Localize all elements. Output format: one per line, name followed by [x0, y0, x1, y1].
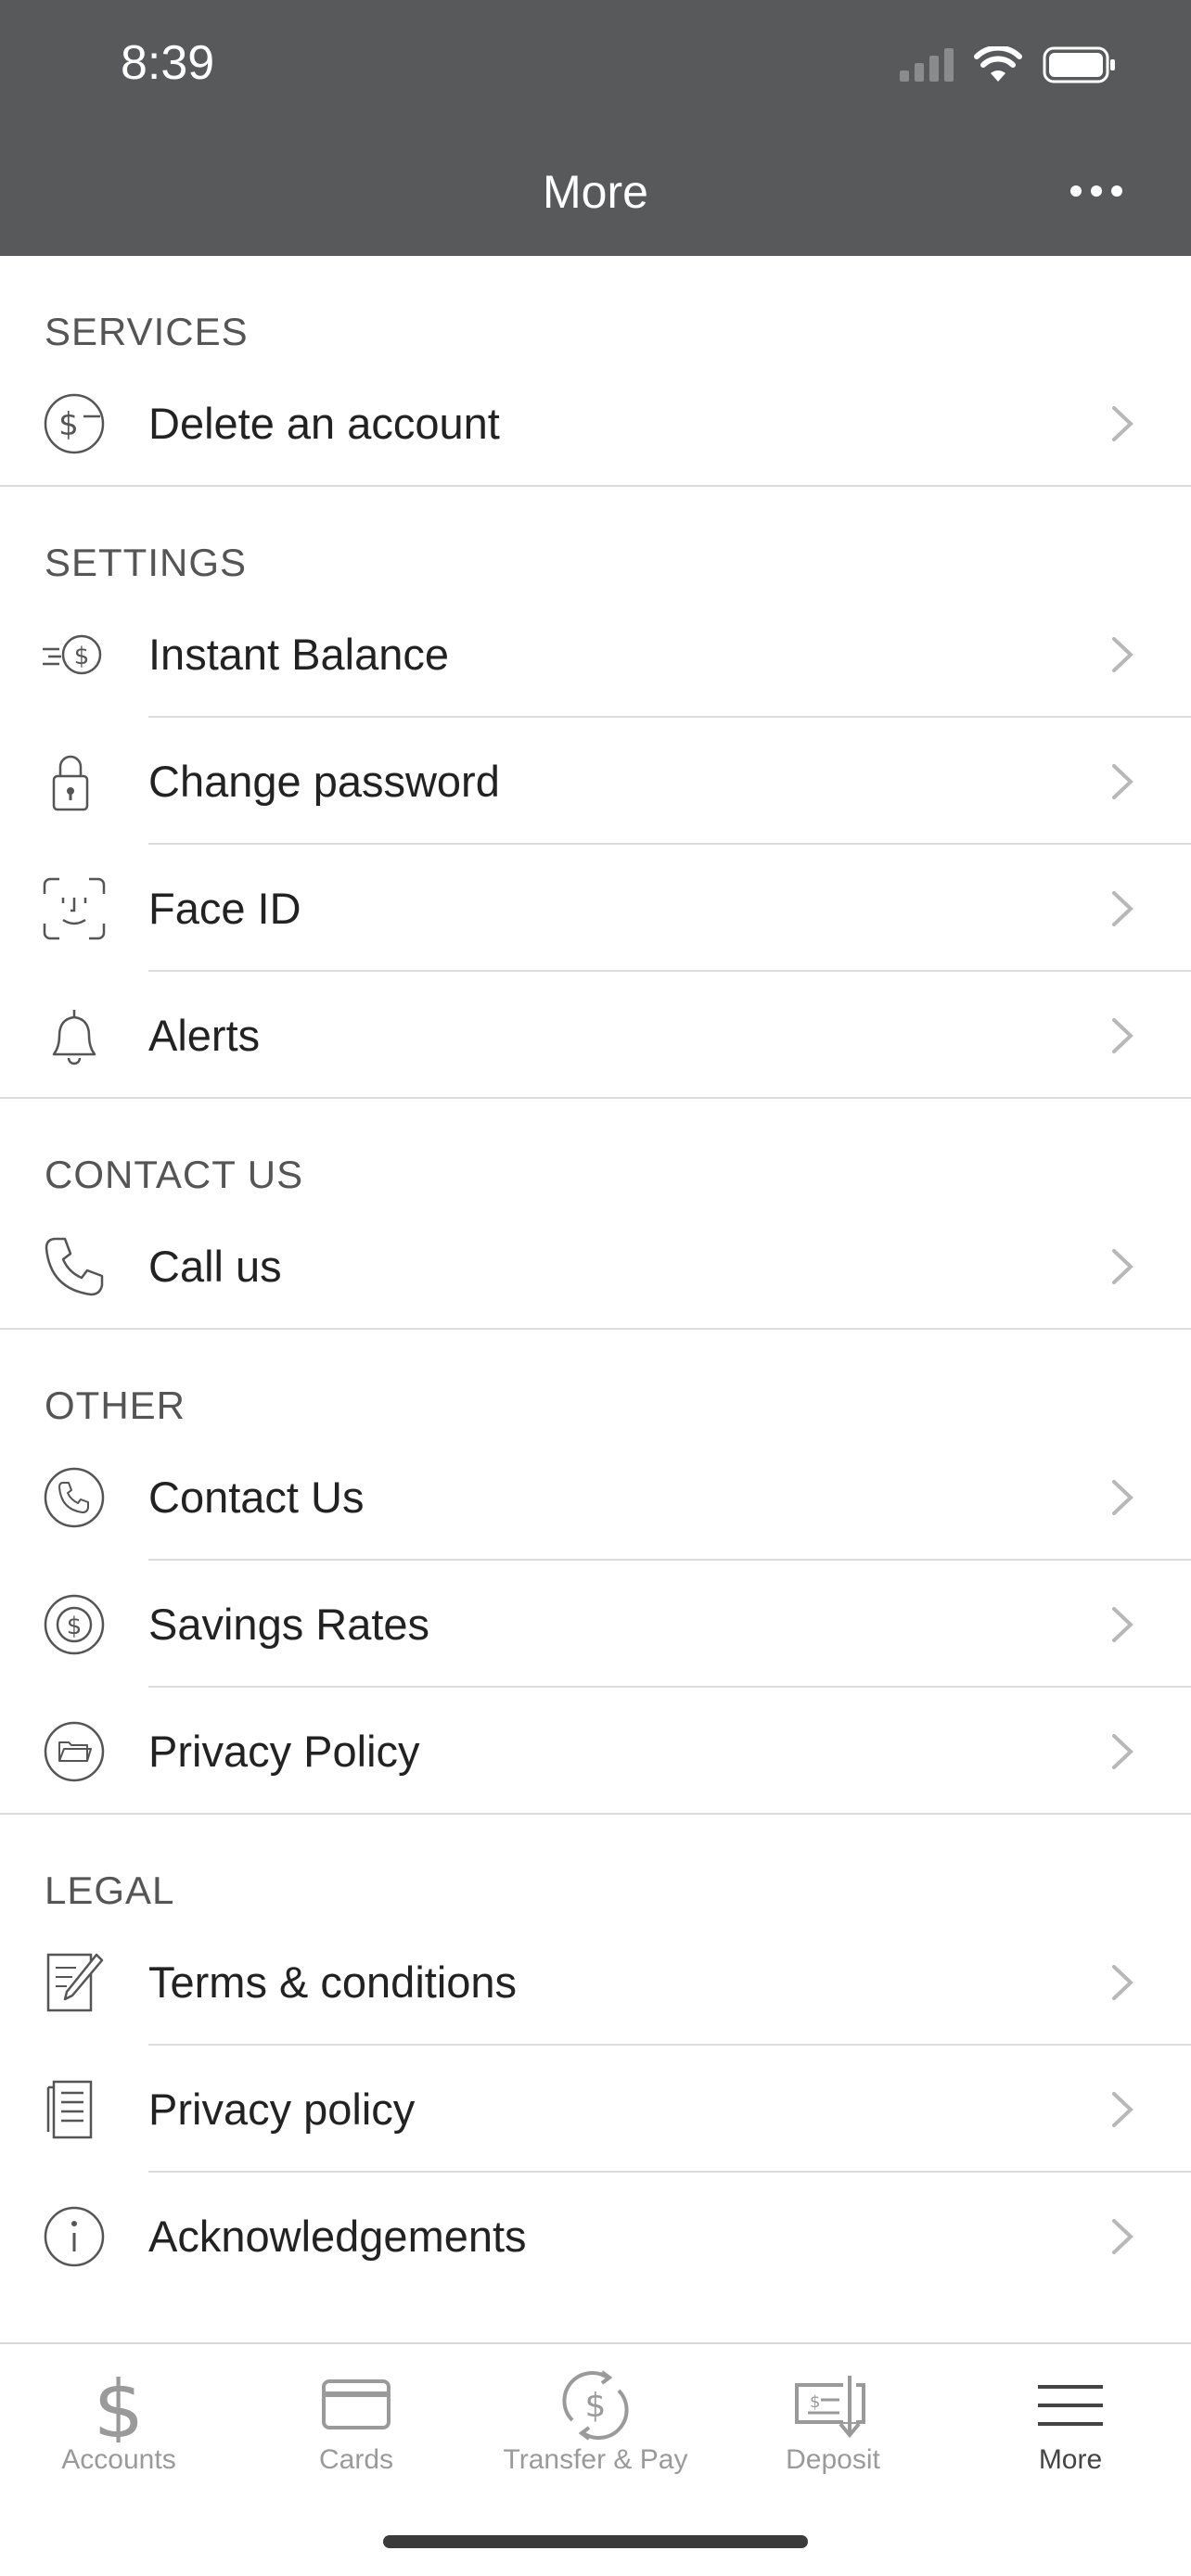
row-label: Face ID [148, 884, 301, 933]
nav-bar: More [0, 132, 1191, 256]
row-label: Savings Rates [148, 1600, 430, 1649]
bell-icon [52, 1010, 96, 1065]
row-label: Change password [148, 757, 500, 806]
menu-icon [1038, 2385, 1103, 2426]
row-privacy-policy-other[interactable]: Privacy Policy [0, 1688, 1191, 1815]
settings-list: SERVICES $ Delete an account SETTINGS $ … [0, 256, 1191, 2342]
lock-icon [52, 755, 89, 811]
divider [0, 1813, 1191, 1815]
fast-dollar-icon: $ [43, 634, 102, 675]
dollar-minus-icon: $ [44, 393, 105, 454]
row-alerts[interactable]: Alerts [0, 972, 1191, 1099]
divider [0, 1328, 1191, 1330]
dollar-circle-icon: $ [44, 1594, 105, 1655]
svg-text:$: $ [74, 643, 90, 670]
svg-text:$: $ [67, 1613, 83, 1640]
row-delete-account[interactable]: $ Delete an account [0, 360, 1191, 487]
row-terms-conditions[interactable]: Terms & conditions [0, 1919, 1191, 2046]
ellipsis-icon[interactable] [1069, 172, 1124, 210]
row-label: Alerts [148, 1011, 261, 1060]
row-acknowledgements[interactable]: Acknowledgements [0, 2173, 1191, 2300]
section-header-other: OTHER [45, 1384, 186, 1427]
tab-label: Accounts [61, 2444, 176, 2475]
chevron-right-icon [1112, 2092, 1133, 2127]
svg-text:$: $ [58, 406, 79, 443]
transfer-icon: $ [562, 2370, 629, 2441]
tab-label: Cards [318, 2444, 394, 2475]
section-header-legal: LEGAL [45, 1868, 175, 1912]
chevron-right-icon [1112, 406, 1133, 441]
chevron-right-icon [1112, 1734, 1133, 1769]
tab-label: Transfer & Pay [503, 2444, 688, 2475]
tab-deposit[interactable]: $ Deposit [714, 2344, 952, 2502]
section-header-services: SERVICES [45, 310, 249, 353]
phone-circle-icon [44, 1467, 105, 1528]
cellular-signal-icon [900, 48, 954, 82]
chevron-right-icon [1112, 2219, 1133, 2254]
battery-icon [1043, 46, 1115, 83]
status-bar: 8:39 [0, 0, 1191, 132]
row-label: Privacy Policy [148, 1727, 420, 1776]
face-id-icon [43, 877, 106, 940]
document-pen-icon [46, 1953, 104, 2012]
check-deposit-icon: $ [795, 2376, 865, 2439]
row-label: Instant Balance [148, 630, 449, 679]
chevron-right-icon [1112, 891, 1133, 926]
card-icon [322, 2379, 391, 2429]
chevron-right-icon [1112, 1965, 1133, 2000]
divider [0, 1097, 1191, 1099]
tab-transfer-pay[interactable]: $ Transfer & Pay [477, 2344, 714, 2502]
status-icons [900, 46, 1117, 83]
wifi-icon [974, 46, 1022, 82]
row-contact-us[interactable]: Contact Us [0, 1434, 1191, 1561]
phone-icon [45, 1237, 104, 1296]
tab-label: Deposit [786, 2444, 880, 2475]
row-label: Contact Us [148, 1473, 365, 1522]
info-icon [44, 2206, 105, 2267]
section-header-contact: CONTACT US [45, 1153, 304, 1196]
chevron-right-icon [1112, 1249, 1133, 1284]
svg-text:$: $ [810, 2392, 820, 2412]
chevron-right-icon [1112, 1480, 1133, 1515]
row-label: Delete an account [148, 399, 500, 448]
row-label: Terms & conditions [148, 1958, 518, 2007]
document-icon [46, 2080, 93, 2139]
row-face-id[interactable]: Face ID [0, 845, 1191, 972]
home-indicator[interactable] [383, 2535, 808, 2548]
page-title: More [543, 166, 648, 218]
divider [0, 485, 1191, 487]
row-savings-rates[interactable]: $ Savings Rates [0, 1561, 1191, 1688]
chevron-right-icon [1112, 764, 1133, 799]
tab-cards[interactable]: Cards [237, 2344, 475, 2502]
chevron-right-icon [1112, 637, 1133, 672]
folder-circle-icon [44, 1721, 105, 1782]
tab-more[interactable]: More [952, 2344, 1189, 2502]
row-change-password[interactable]: Change password [0, 718, 1191, 845]
chevron-right-icon [1112, 1607, 1133, 1642]
chevron-right-icon [1112, 1018, 1133, 1053]
dollar-icon: $ [94, 2368, 145, 2442]
row-privacy-policy-legal[interactable]: Privacy policy [0, 2046, 1191, 2173]
row-call-us[interactable]: Call us [0, 1203, 1191, 1330]
status-time: 8:39 [121, 36, 215, 90]
row-instant-balance[interactable]: $ Instant Balance [0, 591, 1191, 718]
row-label: Call us [148, 1242, 282, 1291]
tab-accounts[interactable]: $ Accounts [0, 2344, 237, 2502]
svg-text:$: $ [585, 2387, 607, 2425]
row-label: Acknowledgements [148, 2212, 527, 2261]
svg-text:$: $ [94, 2368, 145, 2442]
section-header-settings: SETTINGS [45, 541, 248, 584]
tab-label: More [1038, 2444, 1103, 2475]
row-label: Privacy policy [148, 2085, 416, 2134]
